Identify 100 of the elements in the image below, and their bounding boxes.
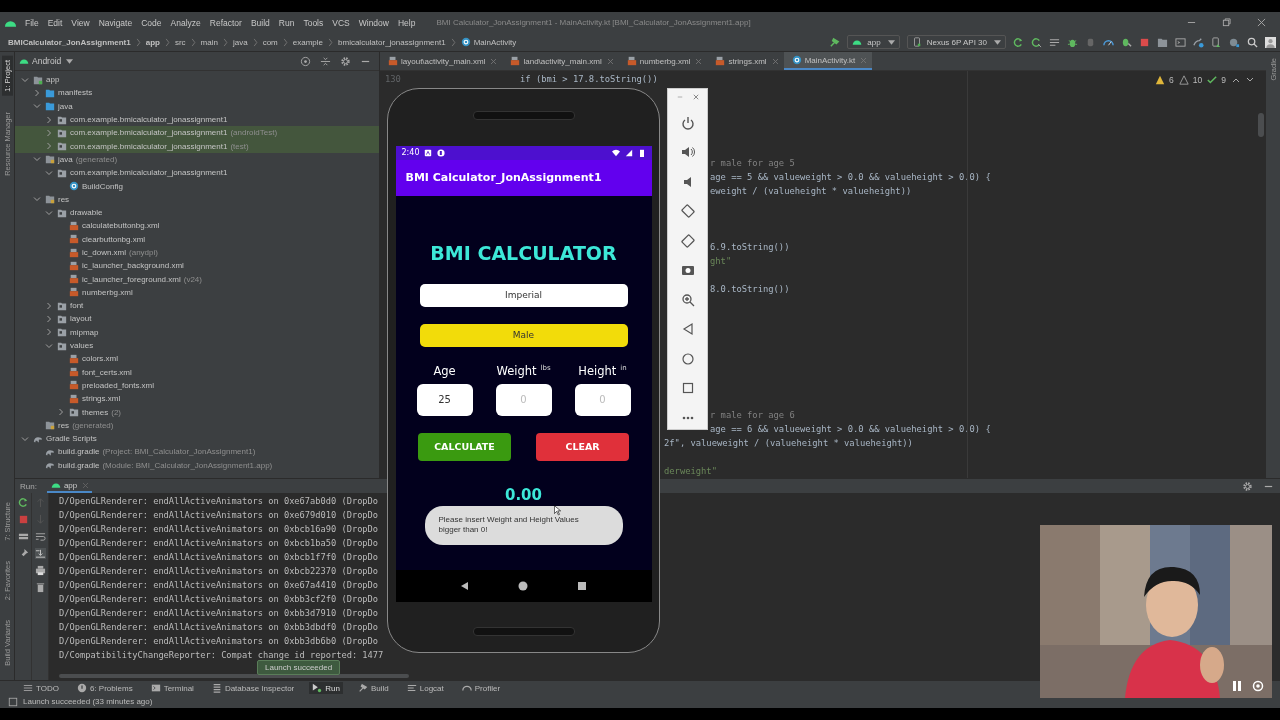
tree-item[interactable]: app [15, 73, 379, 87]
target-icon[interactable] [300, 55, 311, 67]
editor-tab[interactable]: land\activity_main.xml [502, 52, 619, 70]
tree-item[interactable]: BuildConfig [15, 179, 379, 193]
tree-item[interactable]: build.gradle (Project: BMI_Calculator_JonAssignment1) [15, 445, 379, 459]
close-icon[interactable] [772, 58, 778, 64]
zoom-icon[interactable] [680, 292, 695, 307]
folder-icon[interactable] [1157, 36, 1168, 48]
tree-item[interactable]: font_certs.xml [15, 365, 379, 379]
search-icon[interactable] [1247, 36, 1258, 48]
breadcrumb[interactable]: bmicalculator_jonassignment1 [338, 37, 446, 47]
tool-window-button[interactable]: Build [354, 682, 392, 694]
tool-window-button[interactable]: Profiler [458, 682, 504, 694]
bug-icon[interactable] [1121, 36, 1132, 48]
chevron-right-icon[interactable] [33, 88, 41, 97]
power-icon[interactable] [680, 115, 695, 130]
gender-dropdown[interactable]: Male [419, 323, 628, 347]
wrap-icon[interactable] [34, 531, 46, 542]
breadcrumb[interactable]: src [174, 37, 186, 47]
tree-item[interactable]: manifests [15, 86, 379, 100]
terminal-icon[interactable] [1175, 36, 1186, 48]
tree-item[interactable]: colors.xml [15, 352, 379, 366]
tree-item[interactable]: build.gradle (Module: BMI_Calculator_JonAssignment1.app) [15, 458, 379, 472]
rerun-icon[interactable] [1013, 36, 1024, 48]
breadcrumb[interactable]: MainActivity [473, 37, 517, 47]
menu-item[interactable]: Edit [47, 17, 63, 28]
camera-icon[interactable] [680, 263, 695, 277]
volume-up-icon[interactable] [680, 145, 695, 159]
tree-item[interactable]: calculatebuttonbg.xml [15, 219, 379, 233]
tree-item[interactable]: com.example.bmicalculator_jonassignment1 [15, 166, 379, 180]
tool-window-button[interactable]: Database Inspector [208, 682, 298, 694]
avatar-icon[interactable] [1265, 36, 1276, 48]
tree-item[interactable]: strings.xml [15, 392, 379, 406]
warning-icon[interactable] [1178, 75, 1189, 85]
breadcrumb[interactable]: main [200, 37, 218, 47]
menu-item[interactable]: Run [278, 17, 295, 28]
scrollbar[interactable] [59, 674, 409, 678]
breadcrumb[interactable]: example [292, 37, 323, 47]
menu-item[interactable]: VCS [332, 17, 350, 28]
tree-item[interactable]: mipmap [15, 325, 379, 339]
device-dropdown[interactable]: Nexus 6P API 30 [906, 35, 1006, 49]
chevron-right-icon[interactable] [45, 315, 53, 323]
menu-item[interactable]: View [71, 17, 90, 28]
menu-item[interactable]: Navigate [98, 17, 133, 28]
breadcrumb[interactable]: com [262, 37, 278, 47]
input-field[interactable]: 0 [574, 383, 631, 416]
tool-window-button[interactable]: 6: Problems [73, 682, 136, 694]
menu-item[interactable]: Refactor [209, 17, 242, 28]
trash-icon[interactable] [34, 582, 46, 593]
close-icon[interactable] [607, 58, 613, 64]
tool-window-button[interactable]: TODO [20, 682, 62, 694]
breadcrumb[interactable]: java [232, 37, 248, 47]
tree-item[interactable]: ic_launcher_background.xml [15, 259, 379, 273]
tree-item[interactable]: Gradle Scripts [15, 432, 379, 446]
breadcrumb[interactable]: BMICalculator_JonAssignment1 [8, 37, 131, 47]
tree-item[interactable]: java (generated) [15, 152, 379, 167]
layout-icon[interactable] [17, 531, 29, 542]
pause-icon[interactable] [1232, 680, 1242, 692]
menu-item[interactable]: Help [397, 17, 416, 28]
check-icon[interactable] [1207, 75, 1218, 85]
tree-item[interactable]: numberbg.xml [15, 285, 379, 300]
tree-item[interactable]: com.example.bmicalculator_jonassignment1 [15, 112, 379, 127]
record-icon[interactable] [1252, 680, 1264, 692]
editor-tab[interactable]: strings.xml [707, 52, 784, 70]
tree-item[interactable]: java [15, 99, 379, 113]
tree-item[interactable]: com.example.bmicalculator_jonassignment1 (test) [15, 139, 379, 153]
tree-item[interactable]: ic_down.xml (anydpi) [15, 245, 379, 260]
chevron-right-icon[interactable] [45, 115, 53, 124]
chevron-right-icon[interactable] [45, 328, 53, 337]
menu-item[interactable]: Code [141, 17, 162, 28]
menu-item[interactable]: Tools [303, 17, 324, 28]
close-icon[interactable] [696, 58, 702, 64]
stop-icon[interactable] [17, 514, 29, 525]
tool-window-button[interactable]: Terminal [147, 682, 197, 694]
settings-icon[interactable] [340, 55, 351, 67]
clear-button[interactable]: CLEAR [536, 432, 629, 461]
close-icon[interactable] [1257, 18, 1266, 27]
device-manager-icon[interactable] [1211, 36, 1222, 48]
settings-icon[interactable] [1242, 480, 1253, 492]
back-icon[interactable] [459, 580, 470, 591]
chevron-right-icon[interactable] [57, 408, 65, 417]
home-icon[interactable] [680, 351, 695, 366]
tree-item[interactable]: ic_launcher_foreground.xml (v24) [15, 272, 379, 286]
tree-item[interactable]: themes (2) [15, 405, 379, 419]
editor-tab[interactable]: layout\activity_main.xml [380, 52, 503, 70]
rerun-icon[interactable] [17, 497, 29, 508]
close-icon[interactable] [692, 94, 699, 100]
rotate-left-icon[interactable] [680, 204, 695, 218]
scrollbar[interactable] [1258, 113, 1264, 137]
menu-item[interactable]: File [25, 17, 39, 28]
menu-item[interactable]: Analyze [170, 17, 201, 28]
input-field[interactable]: 0 [495, 383, 552, 416]
editor-tab[interactable]: MainActivity.kt [783, 52, 873, 70]
unit-dropdown[interactable]: Imperial [419, 283, 628, 307]
tool-window-button[interactable]: Logcat [403, 682, 447, 694]
collapse-icon[interactable] [320, 55, 331, 67]
restore-icon[interactable] [1222, 18, 1231, 27]
stop-icon[interactable] [1139, 36, 1150, 48]
breadcrumb[interactable]: app [145, 37, 160, 47]
list-icon[interactable] [1049, 36, 1060, 48]
